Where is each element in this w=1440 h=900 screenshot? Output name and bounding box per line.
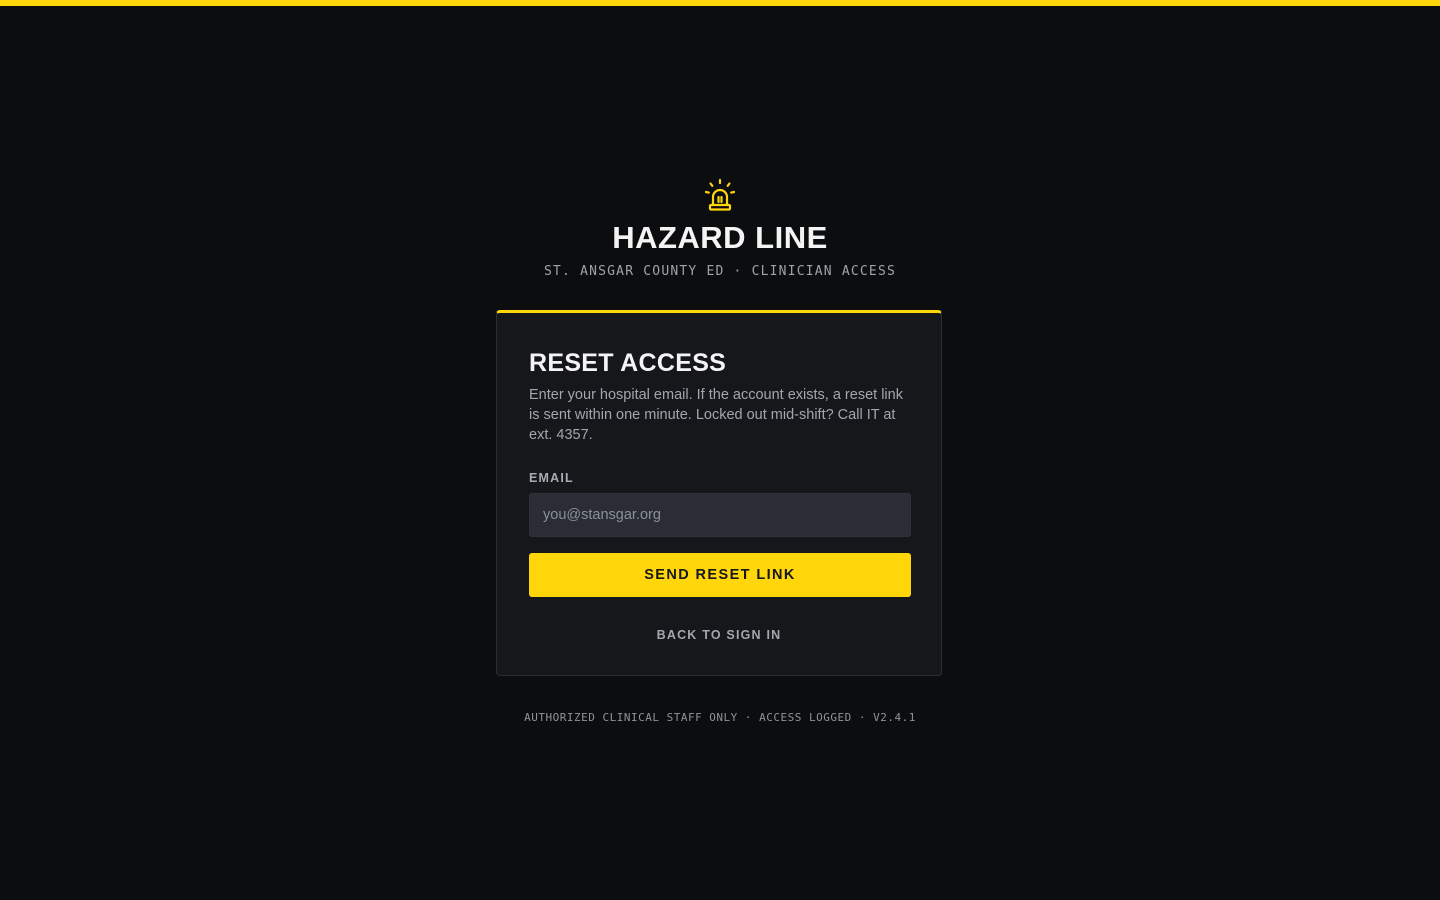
siren-icon xyxy=(704,178,736,211)
back-to-sign-in-link[interactable]: BACK TO SIGN IN xyxy=(529,628,909,642)
email-field[interactable] xyxy=(529,493,911,537)
email-label: EMAIL xyxy=(529,471,574,485)
reset-access-card: RESET ACCESS Enter your hospital email. … xyxy=(496,310,942,676)
footer-note: AUTHORIZED CLINICAL STAFF ONLY · ACCESS … xyxy=(524,711,916,724)
send-reset-link-button[interactable]: SEND RESET LINK xyxy=(529,553,911,597)
top-accent-bar xyxy=(0,0,1440,6)
page-title: RESET ACCESS xyxy=(529,349,727,377)
brand-title: HAZARD LINE xyxy=(612,220,828,255)
brand-header: HAZARD LINE ST. ANSGAR COUNTY ED · CLINI… xyxy=(0,178,1440,279)
reset-instructions: Enter your hospital email. If the accoun… xyxy=(529,387,903,443)
brand-subtitle: ST. ANSGAR COUNTY ED · CLINICIAN ACCESS xyxy=(543,264,897,279)
